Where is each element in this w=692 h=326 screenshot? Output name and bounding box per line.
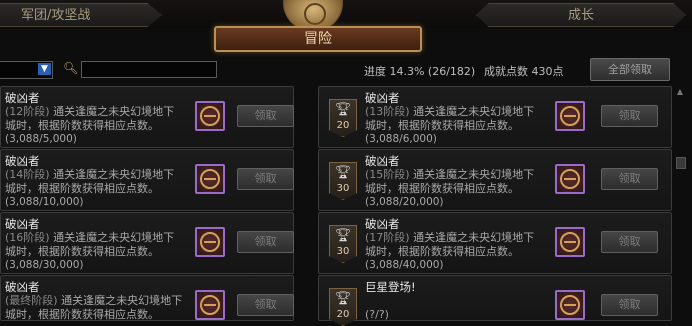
reward-icon[interactable]	[555, 290, 585, 320]
achievement-title: 破凶者	[5, 154, 40, 168]
achievement-title: 破凶者	[365, 91, 400, 105]
achievement-progress: (3,088/40,000)	[365, 259, 444, 271]
claim-button[interactable]: 领取	[601, 231, 658, 253]
claim-button[interactable]: 领取	[237, 231, 294, 253]
achievement-card: 破凶者 (16阶段) 通关逢魔之未央幻境地下 城时，根据阶数获得相应点数。 (3,…	[0, 212, 294, 274]
trophy-medal-icon: 🏆︎ 20	[329, 99, 357, 137]
claim-button[interactable]: 领取	[237, 168, 294, 190]
chevron-down-icon[interactable]: ▼	[38, 63, 51, 75]
progress-stat: 进度 14.3% (26/182)	[364, 65, 476, 78]
achievement-card: 破凶者 (最终阶段) 通关逢魔之未央幻境地下 城时，根据阶数获得相应点数。 领取	[0, 275, 294, 321]
achievement-desc: (最终阶段) 通关逢魔之未央幻境地下 城时，根据阶数获得相应点数。	[5, 294, 183, 321]
achievement-card: 🏆︎ 30 破凶者 (15阶段) 通关逢魔之未央幻境地下 城时，根据阶数获得相应点数…	[318, 149, 672, 211]
claim-button[interactable]: 领取	[601, 168, 658, 190]
achievement-desc: (14阶段) 通关逢魔之未央幻境地下 城时，根据阶数获得相应点数。	[5, 168, 175, 195]
achievement-progress: (3,088/20,000)	[365, 196, 444, 208]
achievement-card: 破凶者 (12阶段) 通关逢魔之未央幻境地下 城时，根据阶数获得相应点数。 (3,…	[0, 86, 294, 148]
reward-icon[interactable]	[555, 101, 585, 131]
achievement-progress: (3,088/30,000)	[5, 259, 84, 271]
search-icon: 🔍︎	[63, 61, 79, 75]
reward-icon[interactable]	[555, 164, 585, 194]
achievement-card: 🏆︎ 20 巨星登场! (?/?) 领取	[318, 275, 672, 326]
achievement-desc: (?/?)	[365, 308, 389, 321]
achievement-card: 🏆︎ 20 破凶者 (13阶段) 通关逢魔之未央幻境地下 城时，根据阶数获得相应点数…	[318, 86, 672, 148]
achievement-title: 破凶者	[5, 217, 40, 231]
reward-icon[interactable]	[195, 101, 225, 131]
reward-icon[interactable]	[195, 227, 225, 257]
search-input[interactable]	[81, 61, 217, 78]
achievement-card: 破凶者 (14阶段) 通关逢魔之未央幻境地下 城时，根据阶数获得相应点数。 (3,…	[0, 149, 294, 211]
reward-icon[interactable]	[195, 290, 225, 320]
claim-button[interactable]: 领取	[237, 294, 294, 316]
achievement-title: 破凶者	[365, 217, 400, 231]
achievement-points: 成就点数 430点	[484, 65, 564, 78]
achievement-title: 破凶者	[5, 91, 40, 105]
achievement-card: 🏆︎ 30 破凶者 (17阶段) 通关逢魔之未央幻境地下 城时，根据阶数获得相应点数…	[318, 212, 672, 274]
tab-legion-siege[interactable]: 军团/攻坚战	[0, 3, 162, 27]
claim-button[interactable]: 领取	[237, 105, 294, 127]
scrollbar-thumb[interactable]	[676, 157, 686, 169]
achievement-desc: (13阶段) 通关逢魔之未央幻境地下 城时，根据阶数获得相应点数。	[365, 105, 535, 132]
claim-all-button[interactable]: 全部领取	[590, 58, 670, 81]
claim-button[interactable]: 领取	[601, 294, 658, 316]
tab-growth[interactable]: 成长	[476, 3, 686, 27]
achievement-desc: (12阶段) 通关逢魔之未央幻境地下 城时，根据阶数获得相应点数。	[5, 105, 175, 132]
achievement-title: 巨星登场!	[365, 280, 416, 294]
achievement-title: 破凶者	[365, 154, 400, 168]
claim-button[interactable]: 领取	[601, 105, 658, 127]
achievement-progress: (3,088/10,000)	[5, 196, 84, 208]
achievement-desc: (17阶段) 通关逢魔之未央幻境地下 城时，根据阶数获得相应点数。	[365, 231, 535, 258]
achievement-progress: (3,088/6,000)	[365, 133, 437, 145]
scroll-up-icon[interactable]: ▲	[675, 87, 685, 97]
reward-icon[interactable]	[195, 164, 225, 194]
achievement-progress: (3,088/5,000)	[5, 133, 77, 145]
achievement-desc: (15阶段) 通关逢魔之未央幻境地下 城时，根据阶数获得相应点数。	[365, 168, 535, 195]
category-dropdown[interactable]: ▼	[0, 61, 53, 79]
trophy-medal-icon: 🏆︎ 30	[329, 225, 357, 263]
trophy-medal-icon: 🏆︎ 20	[329, 288, 357, 326]
trophy-medal-icon: 🏆︎ 30	[329, 162, 357, 200]
tab-adventure[interactable]: 冒险	[214, 26, 422, 52]
achievement-desc: (16阶段) 通关逢魔之未央幻境地下 城时，根据阶数获得相应点数。	[5, 231, 175, 258]
filter-bar: ▼ 🔍︎ 进度 14.3% (26/182) 成就点数 430点 全部领取	[0, 58, 692, 82]
reward-icon[interactable]	[555, 227, 585, 257]
achievement-title: 破凶者	[5, 280, 40, 294]
